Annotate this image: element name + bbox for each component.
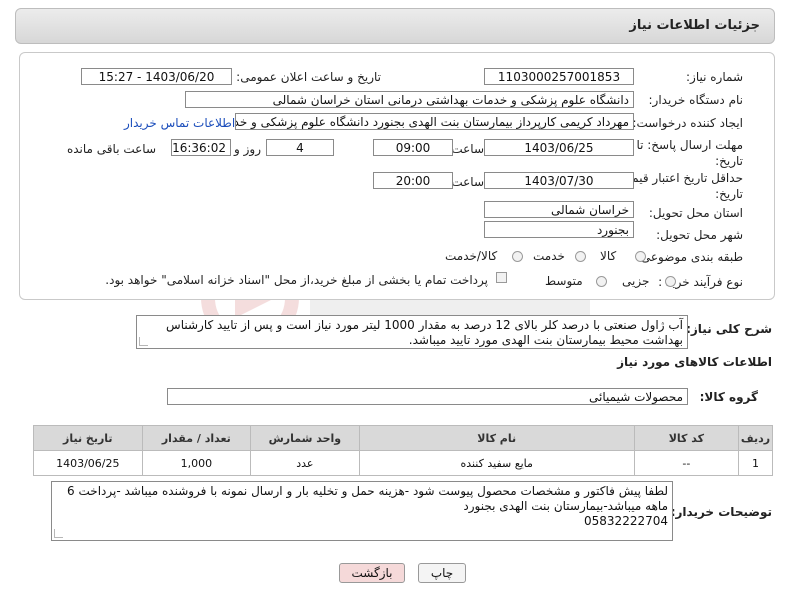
reply-date-field[interactable]: 1403/06/25 [484,139,634,156]
city-label: شهر محل تحویل: [656,228,743,242]
resize-grip-icon[interactable] [54,529,63,538]
province-label: استان محل تحویل: [648,206,743,220]
reply-deadline-label: مهلت ارسال پاسخ: تا تاریخ: [636,138,743,168]
province-field[interactable]: خراسان شمالی [484,201,634,218]
resize-grip-icon[interactable] [139,337,148,346]
purchase-option-small: جزیی [622,274,650,288]
goods-table: ردیف کد کالا نام کالا واحد شمارش تعداد /… [33,425,773,476]
city-field[interactable]: بجنورد [484,221,634,238]
goods-section-title: اطلاعات کالاهای مورد نیاز [617,355,772,369]
buyer-org-label: نام دستگاه خریدار: [648,93,744,107]
category-radio-both[interactable] [512,251,523,262]
cell-need-date: 1403/06/25 [33,450,143,476]
category-radio-service[interactable] [575,251,586,262]
cell-unit: عدد [250,450,360,476]
reply-time-label: ساعت [451,142,484,156]
announce-field[interactable]: 1403/06/20 - 15:27 [81,68,232,85]
page-header: جزئیات اطلاعات نیاز [15,8,775,44]
days-label: روز و [234,142,261,156]
price-time-label: ساعت [451,175,484,189]
category-label: طبقه بندی موضوعی: [636,250,743,264]
page-title: جزئیات اطلاعات نیاز [629,18,760,33]
goods-group-label: گروه کالا: [699,390,758,404]
need-number-label: شماره نیاز: [686,70,743,84]
col-quantity: تعداد / مقدار [141,425,252,451]
buyer-notes-line: 05832222704 [584,514,668,528]
table-row[interactable]: 1 -- مایع سفید کننده عدد 1,000 1403/06/2… [33,450,773,476]
days-field[interactable]: 4 [266,139,334,156]
description-text: آب ژاول صنعتی با درصد کلر بالای 12 درصد … [166,318,683,347]
category-option-goods: کالا [600,249,617,263]
goods-group-field[interactable]: محصولات شیمیائی [167,388,688,405]
category-radio-goods[interactable] [635,251,646,262]
price-time-field[interactable]: 20:00 [373,172,453,189]
remaining-time-field[interactable]: 16:36:02 [171,139,231,156]
category-option-both: کالا/خدمت [445,249,498,263]
back-button[interactable]: بازگشت [339,563,405,583]
announce-label: تاریخ و ساعت اعلان عمومی: [236,70,381,84]
treasury-payment-checkbox[interactable] [496,272,507,283]
print-button[interactable]: چاپ [418,563,466,583]
cell-goods-name: مایع سفید کننده [358,450,635,476]
col-goods-name: نام کالا [358,425,635,451]
cell-row-number: 1 [738,450,773,476]
col-goods-code: کد کالا [633,425,740,451]
description-label: شرح کلی نیاز: [686,322,772,336]
col-unit: واحد شمارش [250,425,360,451]
goods-table-header: ردیف کد کالا نام کالا واحد شمارش تعداد /… [33,425,773,451]
purchase-radio-medium[interactable] [596,276,607,287]
remaining-label: ساعت باقی مانده [66,142,156,156]
description-textarea[interactable]: آب ژاول صنعتی با درصد کلر بالای 12 درصد … [136,315,688,349]
buyer-org-field[interactable]: دانشگاه علوم پزشکی و خدمات بهداشتی درمان… [185,91,634,108]
creator-field[interactable]: مهرداد کریمی کارپرداز بیمارستان بنت الهد… [235,113,634,130]
need-number-field[interactable]: 1103000257001853 [484,68,634,85]
purchase-option-medium: متوسط [545,274,583,288]
creator-label: ایجاد کننده درخواست: [632,116,743,130]
buyer-notes-label: توضیحات خریدار: [670,505,772,519]
category-option-service: خدمت [533,249,565,263]
col-row-number: ردیف [738,425,773,451]
buyer-contact-link[interactable]: اطلاعات تماس خریدار [124,116,235,130]
price-date-field[interactable]: 1403/07/30 [484,172,634,189]
purchase-radio-small[interactable] [665,276,676,287]
buyer-notes-textarea[interactable]: لطفا پیش فاکتور و مشخصات محصول پیوست شود… [51,481,673,541]
reply-time-field[interactable]: 09:00 [373,139,453,156]
payment-note: پرداخت تمام یا بخشی از مبلغ خرید،از محل … [105,273,488,287]
col-need-date: تاریخ نیاز [33,425,143,451]
cell-goods-code: -- [633,450,740,476]
buyer-notes-line: ماهه میباشد-بیمارستان بنت الهدی بجنورد [463,499,668,513]
cell-quantity: 1,000 [141,450,252,476]
buyer-notes-line: لطفا پیش فاکتور و مشخصات محصول پیوست شود… [67,484,668,498]
